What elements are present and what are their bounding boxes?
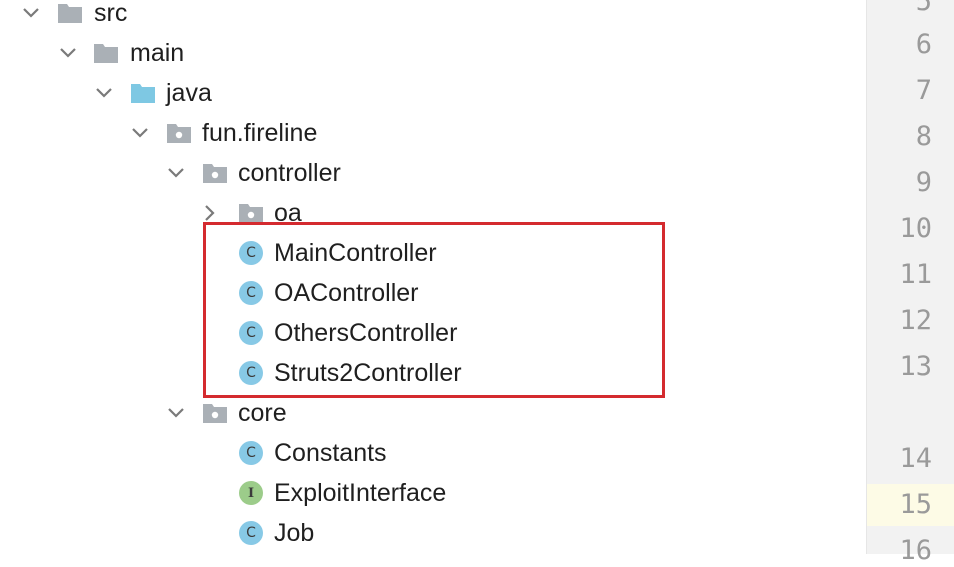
tree-node-core[interactable]: core xyxy=(0,393,866,433)
tree-node-java[interactable]: java xyxy=(0,73,866,113)
tree-node-label: Constants xyxy=(274,439,387,467)
tree-node-label: main xyxy=(130,39,185,67)
chevron-down-icon[interactable] xyxy=(57,42,79,64)
tree-node-label: ExploitInterface xyxy=(274,479,447,507)
line-number-current: 15 xyxy=(899,489,932,520)
tree-node-controller[interactable]: controller xyxy=(0,153,866,193)
tree-node-main[interactable]: main xyxy=(0,33,866,73)
folder-icon xyxy=(57,0,83,26)
tree-node-job[interactable]: C Job xyxy=(0,513,866,553)
class-badge-letter: C xyxy=(239,521,263,545)
source-root-folder-icon xyxy=(130,80,156,106)
package-icon xyxy=(166,120,192,146)
class-icon: C xyxy=(238,520,264,546)
tree-node-label: controller xyxy=(238,159,341,187)
chevron-down-icon[interactable] xyxy=(129,122,151,144)
class-icon: C xyxy=(238,440,264,466)
tree-node-label: src xyxy=(94,0,128,27)
tree-node-label: core xyxy=(238,399,287,427)
line-number: 9 xyxy=(915,167,932,198)
project-tree: src main java fun.fireline controller oa… xyxy=(0,0,866,554)
tree-node-constants[interactable]: C Constants xyxy=(0,433,866,473)
chevron-down-icon[interactable] xyxy=(20,2,42,24)
interface-icon: I xyxy=(238,480,264,506)
line-number: 5 xyxy=(915,0,932,17)
highlight-box xyxy=(203,222,665,398)
chevron-down-icon[interactable] xyxy=(93,82,115,104)
tree-node-exploit-interface[interactable]: I ExploitInterface xyxy=(0,473,866,513)
line-number: 16 xyxy=(899,535,932,566)
tree-node-label: java xyxy=(166,79,212,107)
line-number: 13 xyxy=(899,351,932,382)
line-number: 10 xyxy=(899,213,932,244)
tree-node-label: Job xyxy=(274,519,315,547)
interface-badge-letter: I xyxy=(239,481,263,505)
tree-node-label: fun.fireline xyxy=(202,119,318,147)
line-number: 7 xyxy=(915,75,932,106)
line-number: 8 xyxy=(915,121,932,152)
line-number: 12 xyxy=(899,305,932,336)
line-number: 6 xyxy=(915,29,932,60)
line-number-gutter: 5 6 7 8 9 10 11 12 13 14 15 16 xyxy=(867,0,954,566)
tree-node-src[interactable]: src xyxy=(0,0,866,33)
chevron-right-icon[interactable] xyxy=(199,202,221,224)
class-badge-letter: C xyxy=(239,441,263,465)
package-icon xyxy=(202,160,228,186)
chevron-down-icon[interactable] xyxy=(165,402,187,424)
package-icon xyxy=(202,400,228,426)
line-number: 11 xyxy=(899,259,932,290)
chevron-down-icon[interactable] xyxy=(165,162,187,184)
tree-node-fun-fireline[interactable]: fun.fireline xyxy=(0,113,866,153)
folder-icon xyxy=(93,40,119,66)
line-number: 14 xyxy=(899,443,932,474)
